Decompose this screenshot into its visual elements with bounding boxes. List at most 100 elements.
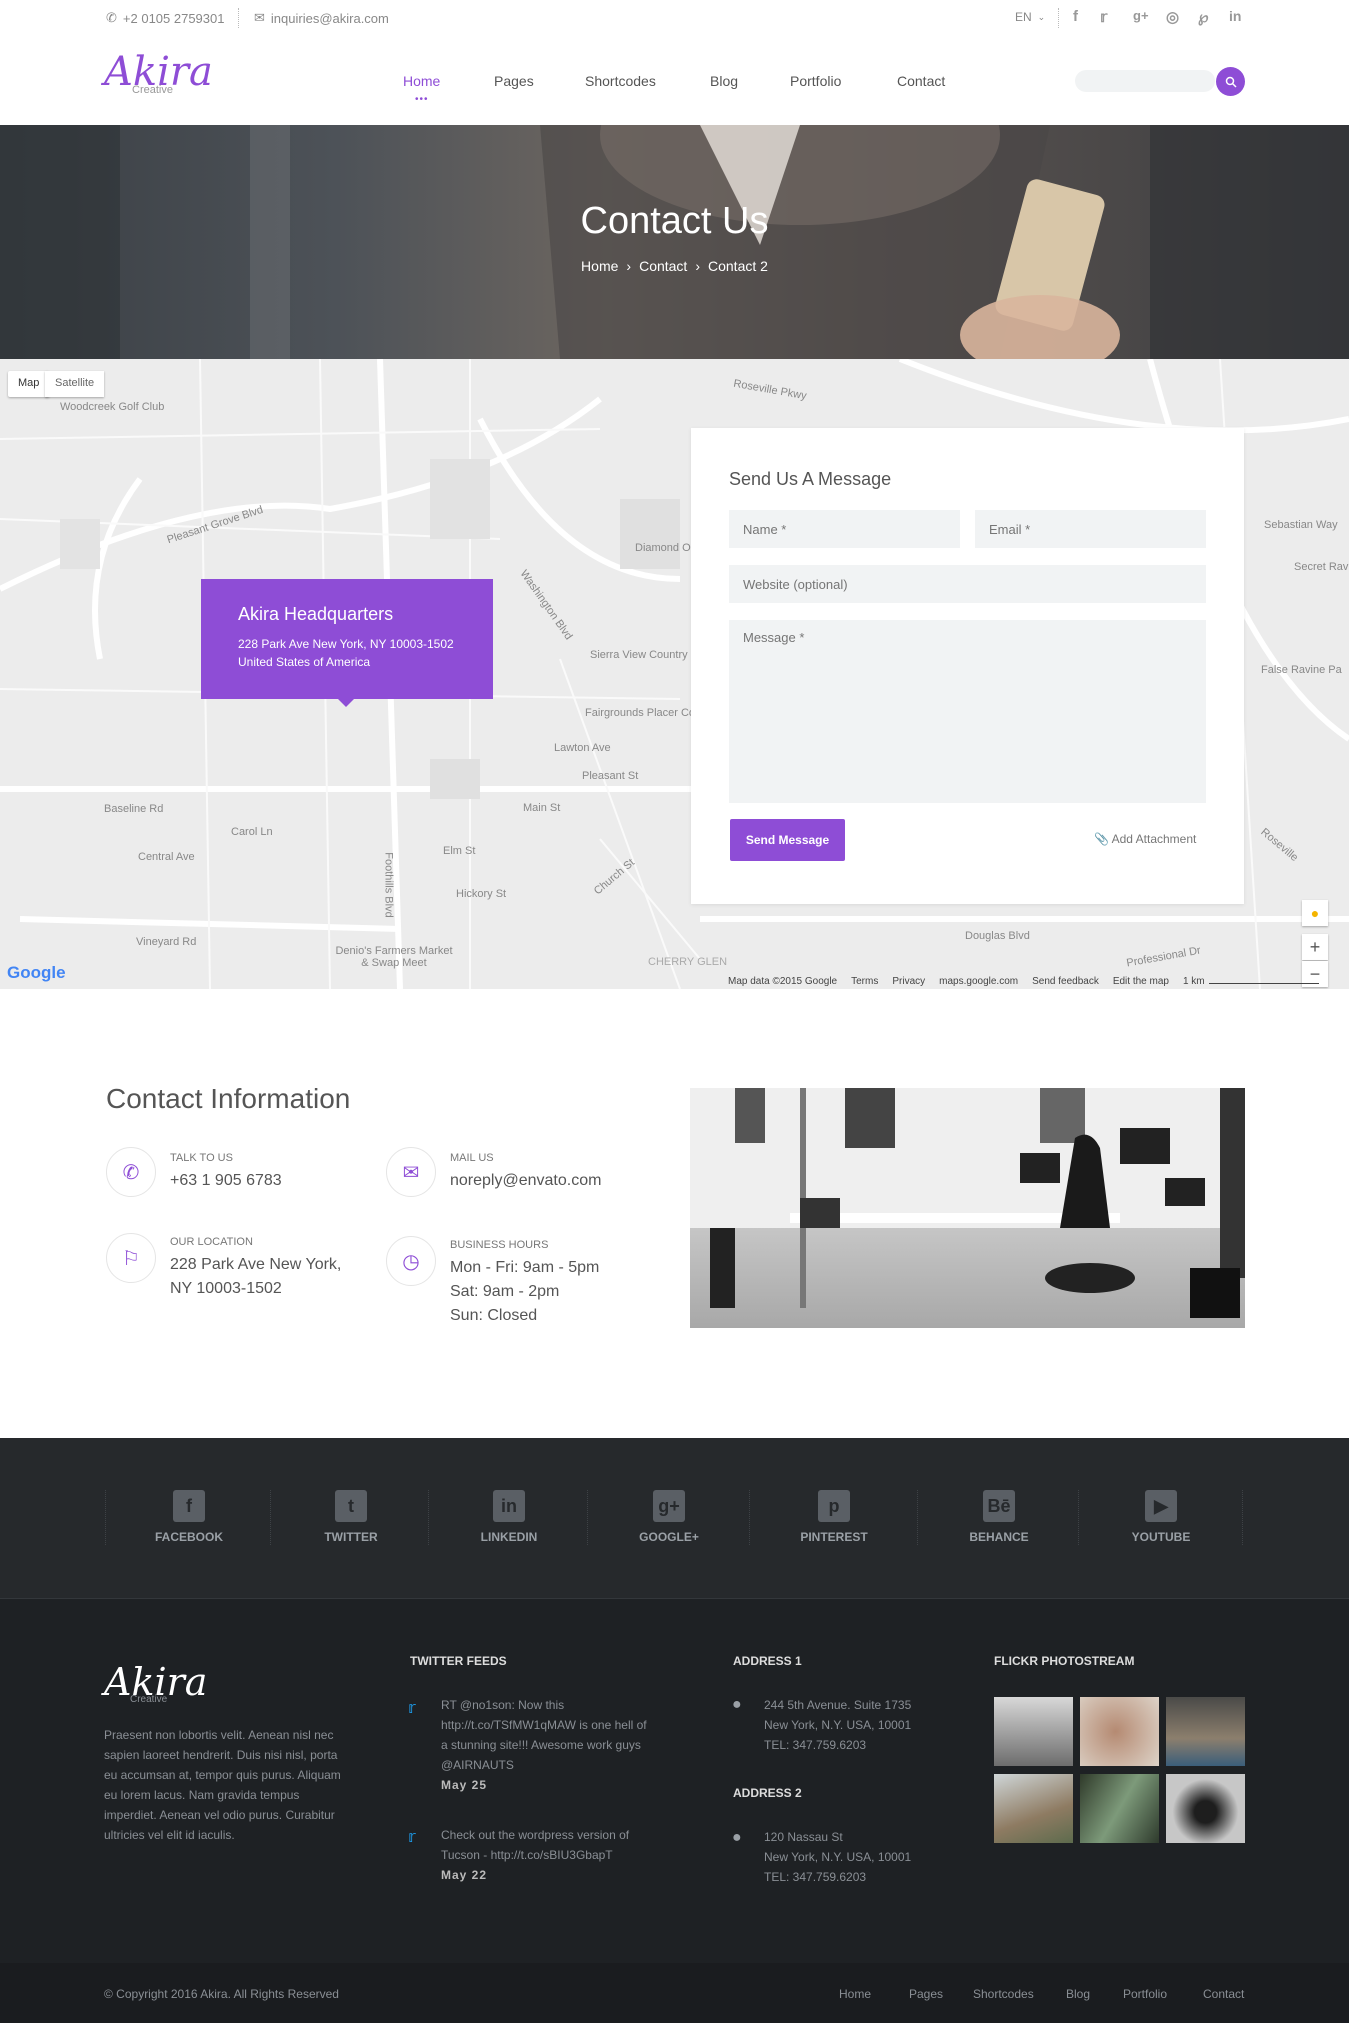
map-label: Main St: [523, 802, 561, 814]
footer-link-pages[interactable]: Pages: [909, 1987, 943, 2001]
social-label[interactable]: GOOGLE+: [639, 1530, 699, 1544]
flickr-photo[interactable]: [994, 1774, 1073, 1843]
attach-label[interactable]: Add Attachment: [1112, 832, 1197, 846]
flickr-photo[interactable]: [1080, 1697, 1159, 1766]
divider: [917, 1490, 918, 1545]
language-select[interactable]: EN ⌄: [1015, 10, 1045, 24]
tweet-text[interactable]: Check out the wordpress version of Tucso…: [441, 1825, 651, 1865]
twitter-icon: 𝕣: [408, 1700, 416, 1717]
map-attribution: Map data ©2015 Google: [728, 976, 838, 987]
nav-contact[interactable]: Contact: [897, 73, 945, 89]
address2-phone: TEL: 347.759.6203: [764, 1870, 867, 1884]
pinterest-icon: p: [818, 1490, 850, 1522]
nav-shortcodes[interactable]: Shortcodes: [585, 73, 656, 89]
chevron-down-icon: ⌄: [1037, 11, 1046, 22]
flickr-photo[interactable]: [1080, 1774, 1159, 1843]
footer-youtube-link[interactable]: ▶ YOUTUBE: [1101, 1490, 1221, 1544]
map-tab-satellite[interactable]: Satellite: [45, 371, 105, 397]
map-privacy-link[interactable]: Privacy: [892, 976, 925, 987]
chevron-right-icon: ›: [626, 258, 632, 274]
footer-link-contact[interactable]: Contact: [1203, 1987, 1244, 2001]
footer-facebook-link[interactable]: f FACEBOOK: [129, 1490, 249, 1544]
address1-phone: TEL: 347.759.6203: [764, 1738, 867, 1752]
email-field[interactable]: [975, 510, 1206, 548]
footer-link-blog[interactable]: Blog: [1066, 1987, 1090, 2001]
map-google-link[interactable]: maps.google.com: [939, 976, 1018, 987]
footer-behance-link[interactable]: Bē BEHANCE: [939, 1490, 1059, 1544]
logo[interactable]: Akira Creative: [104, 52, 213, 96]
language-label[interactable]: EN: [1015, 10, 1032, 24]
tweet-text[interactable]: RT @no1son: Now this http://t.co/TSfMW1q…: [441, 1695, 651, 1775]
google-logo: Google: [7, 963, 66, 982]
social-label[interactable]: PINTEREST: [800, 1530, 867, 1544]
footer-about-text: Praesent non lobortis velit. Aenean nisl…: [104, 1728, 341, 1842]
contact-value: +63 1 905 6783: [170, 1172, 282, 1189]
nav-blog[interactable]: Blog: [710, 73, 738, 89]
footer-pinterest-link[interactable]: p PINTEREST: [774, 1490, 894, 1544]
address2-title: ADDRESS 2: [733, 1786, 802, 1800]
footer-link-home[interactable]: Home: [839, 1987, 871, 2001]
topbar-phone: ✆ +2 0105 2759301: [106, 10, 224, 26]
contact-label: MAIL US: [450, 1152, 494, 1164]
search-button[interactable]: [1216, 67, 1245, 96]
google-plus-icon[interactable]: g+: [1133, 8, 1149, 23]
social-label[interactable]: FACEBOOK: [155, 1530, 223, 1544]
contact-value: Mon - Fri: 9am - 5pm Sat: 9am - 2pm Sun:…: [450, 1259, 600, 1324]
topbar-email-text[interactable]: inquiries@akira.com: [271, 11, 389, 26]
topbar-phone-text: +2 0105 2759301: [122, 10, 225, 26]
map-marker-pointer: [337, 698, 355, 707]
social-label[interactable]: YOUTUBE: [1132, 1530, 1191, 1544]
footer-linkedin-link[interactable]: in LINKEDIN: [449, 1490, 569, 1544]
map-tab-map[interactable]: Map: [8, 371, 50, 397]
map-label: Sebastian Way: [1264, 519, 1338, 531]
map-feedback-link[interactable]: Send feedback: [1032, 976, 1099, 987]
name-field[interactable]: [729, 510, 960, 548]
flickr-photo[interactable]: [994, 1697, 1073, 1766]
map-edit-link[interactable]: Edit the map: [1113, 976, 1169, 987]
footer-link-portfolio[interactable]: Portfolio: [1123, 1987, 1167, 2001]
website-field[interactable]: [729, 565, 1206, 603]
social-label[interactable]: TWITTER: [324, 1530, 377, 1544]
footer-googleplus-link[interactable]: g+ GOOGLE+: [609, 1490, 729, 1544]
street-view-pegman-icon[interactable]: ●: [1302, 900, 1328, 926]
facebook-icon[interactable]: f: [1073, 8, 1078, 25]
twitter-icon[interactable]: 𝕣: [1100, 8, 1107, 26]
topbar-email[interactable]: ✉ inquiries@akira.com: [254, 10, 389, 26]
breadcrumb-home[interactable]: Home: [581, 258, 618, 274]
flickr-photo[interactable]: [1166, 1697, 1245, 1766]
address1-line-1: 244 5th Avenue. Suite 1735: [764, 1698, 912, 1712]
message-field[interactable]: [729, 620, 1206, 803]
map-label: Lawton Ave: [554, 742, 611, 754]
clock-icon: ◷: [386, 1236, 436, 1286]
linkedin-icon[interactable]: in: [1229, 8, 1241, 24]
footer-link-shortcodes[interactable]: Shortcodes: [973, 1987, 1034, 2001]
social-label[interactable]: LINKEDIN: [481, 1530, 538, 1544]
map-label: Douglas Blvd: [965, 930, 1030, 942]
map-label: CHERRY GLEN: [648, 956, 728, 968]
contact-value[interactable]: noreply@envato.com: [450, 1169, 601, 1193]
map-terms-link[interactable]: Terms: [851, 976, 878, 987]
breadcrumb-contact[interactable]: Contact: [639, 258, 687, 274]
tweet-date: May 22: [441, 1868, 488, 1882]
zoom-in-button[interactable]: +: [1302, 934, 1328, 960]
dribbble-icon[interactable]: ◎: [1166, 8, 1179, 26]
send-message-button[interactable]: Send Message: [730, 819, 845, 861]
nav-home[interactable]: Home: [403, 73, 440, 89]
map-label: Sierra View Country: [590, 649, 688, 661]
divider: [587, 1490, 588, 1545]
divider: [105, 1490, 106, 1545]
nav-pages[interactable]: Pages: [494, 73, 534, 89]
breadcrumb-current: Contact 2: [708, 258, 768, 274]
linkedin-icon: in: [493, 1490, 525, 1522]
divider: [270, 1490, 271, 1545]
footer-twitter-link[interactable]: t TWITTER: [291, 1490, 411, 1544]
nav-portfolio[interactable]: Portfolio: [790, 73, 841, 89]
add-attachment-button[interactable]: 📎 Add Attachment: [1094, 832, 1196, 846]
flickr-photo[interactable]: [1166, 1774, 1245, 1843]
paperclip-icon: 📎: [1094, 832, 1109, 846]
phone-icon: ✆: [106, 1147, 156, 1197]
divider: [1078, 1490, 1079, 1545]
pinterest-icon[interactable]: ℘: [1198, 8, 1208, 26]
social-label[interactable]: BEHANCE: [969, 1530, 1028, 1544]
search-input[interactable]: [1075, 70, 1215, 92]
